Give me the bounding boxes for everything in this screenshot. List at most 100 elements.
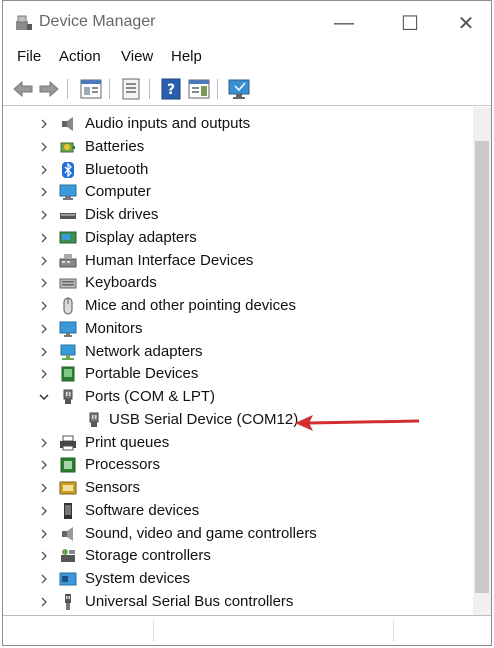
tree-item-label: USB Serial Device (COM12)	[109, 410, 299, 428]
toolbar-separator	[109, 79, 110, 99]
software-device-icon	[64, 502, 72, 519]
usb-icon	[65, 593, 71, 610]
tree-item-label: Audio inputs and outputs	[85, 115, 251, 132]
hid-icon	[59, 253, 77, 267]
tree-item-label: Bluetooth	[85, 160, 149, 178]
tree-category-item[interactable]: Monitors	[3, 318, 463, 340]
tree-item-label: Display adapters	[85, 228, 197, 246]
storage-icon	[61, 549, 75, 563]
tree-item-label: System devices	[85, 570, 191, 587]
tree-item-label: Sensors	[85, 479, 141, 496]
svg-text:?: ?	[167, 82, 175, 98]
tree-category-item[interactable]: Sensors	[3, 477, 463, 499]
action-pane-icon[interactable]	[187, 77, 211, 101]
window-title: Device Manager	[39, 13, 156, 30]
chevron-right-icon[interactable]	[37, 276, 51, 290]
bluetooth-icon	[62, 161, 74, 178]
annotation-arrow	[295, 415, 420, 431]
tree-category-item[interactable]: Display adapters	[3, 227, 463, 249]
chevron-right-icon[interactable]	[37, 572, 51, 586]
tree-category-item[interactable]: Network adapters	[3, 341, 463, 363]
tree-category-item[interactable]: Ports (COM & LPT)	[3, 386, 463, 408]
chevron-right-icon[interactable]	[37, 254, 51, 268]
tree-category-item[interactable]: Storage controllers	[3, 545, 463, 567]
chevron-right-icon[interactable]	[37, 504, 51, 518]
tree-item-label: Computer	[85, 183, 151, 201]
status-segment	[393, 620, 490, 642]
chevron-right-icon[interactable]	[37, 549, 51, 563]
mouse-icon	[63, 297, 73, 315]
system-device-icon	[59, 572, 77, 586]
tree-category-item[interactable]: Batteries	[3, 136, 463, 158]
computer-icon	[59, 184, 77, 201]
chevron-right-icon[interactable]	[37, 117, 51, 131]
sensor-icon	[59, 481, 77, 495]
status-segment	[153, 620, 394, 642]
chevron-right-icon[interactable]	[37, 231, 51, 245]
tree-category-item[interactable]: Software devices	[3, 500, 463, 522]
menu-help[interactable]: Help	[171, 48, 202, 65]
device-list-icon[interactable]	[119, 77, 143, 101]
tree-item-label: Batteries	[85, 137, 145, 155]
menu-action[interactable]: Action	[59, 48, 101, 65]
title-bar[interactable]: Device Manager — ☐ ✕	[3, 1, 491, 43]
tree-category-item[interactable]: Mice and other pointing devices	[3, 295, 463, 317]
chevron-right-icon[interactable]	[37, 140, 51, 154]
toolbar-separator	[67, 79, 68, 99]
tree-item-label: Ports (COM & LPT)	[85, 388, 216, 405]
tree-item-label: Keyboards	[85, 274, 157, 292]
chevron-right-icon[interactable]	[37, 481, 51, 495]
help-icon[interactable]: ?	[159, 77, 183, 101]
monitor-scan-icon[interactable]	[227, 77, 251, 101]
device-manager-app-icon	[16, 15, 32, 30]
tree-category-item[interactable]: Disk drives	[3, 204, 463, 226]
tree-category-item[interactable]: System devices	[3, 568, 463, 590]
network-icon	[60, 344, 76, 360]
chevron-right-icon[interactable]	[37, 163, 51, 177]
scrollbar-thumb[interactable]	[475, 141, 489, 593]
chevron-right-icon[interactable]	[37, 185, 51, 199]
close-button[interactable]: ✕	[443, 9, 489, 37]
printer-icon	[60, 435, 76, 450]
processor-icon	[60, 457, 76, 473]
chevron-right-icon[interactable]	[37, 367, 51, 381]
vertical-scrollbar[interactable]	[473, 107, 491, 615]
properties-panel-icon[interactable]	[79, 77, 103, 101]
tree-category-item[interactable]: Portable Devices	[3, 363, 463, 385]
back-arrow-icon[interactable]	[11, 77, 35, 101]
menu-view[interactable]: View	[121, 48, 153, 65]
tree-item-label: Software devices	[85, 501, 200, 519]
chevron-right-icon[interactable]	[37, 436, 51, 450]
port-icon	[89, 412, 99, 427]
chevron-right-icon[interactable]	[37, 527, 51, 541]
display-adapter-icon	[59, 231, 77, 244]
maximize-button[interactable]: ☐	[387, 9, 433, 37]
tree-category-item[interactable]: Computer	[3, 181, 463, 203]
chevron-right-icon[interactable]	[37, 322, 51, 336]
tree-category-item[interactable]: Print queues	[3, 432, 463, 454]
speaker-icon	[62, 117, 73, 131]
minimize-button[interactable]: —	[321, 9, 367, 37]
chevron-right-icon[interactable]	[37, 595, 51, 609]
chevron-right-icon[interactable]	[37, 208, 51, 222]
tree-item-label: Universal Serial Bus controllers	[85, 592, 294, 610]
tree-category-item[interactable]: Bluetooth	[3, 159, 463, 181]
tree-category-item[interactable]: Keyboards	[3, 272, 463, 294]
chevron-right-icon[interactable]	[37, 345, 51, 359]
chevron-right-icon[interactable]	[37, 458, 51, 472]
menu-bar: File Action View Help	[3, 45, 491, 69]
tree-category-item[interactable]: Sound, video and game controllers	[3, 523, 463, 545]
tree-category-item[interactable]: Processors	[3, 454, 463, 476]
monitor-icon	[59, 321, 77, 337]
toolbar-separator	[217, 79, 218, 99]
tree-item-label: Mice and other pointing devices	[85, 297, 296, 314]
chevron-right-icon[interactable]	[37, 299, 51, 313]
portable-device-icon	[61, 366, 75, 382]
menu-file[interactable]: File	[17, 48, 41, 65]
tree-category-item[interactable]: Universal Serial Bus controllers	[3, 591, 463, 613]
tree-category-item[interactable]: Human Interface Devices	[3, 250, 463, 272]
forward-arrow-icon[interactable]	[37, 77, 61, 101]
tree-category-item[interactable]: Audio inputs and outputs	[3, 113, 463, 135]
toolbar: ?	[3, 73, 491, 106]
chevron-down-icon[interactable]	[37, 390, 51, 404]
